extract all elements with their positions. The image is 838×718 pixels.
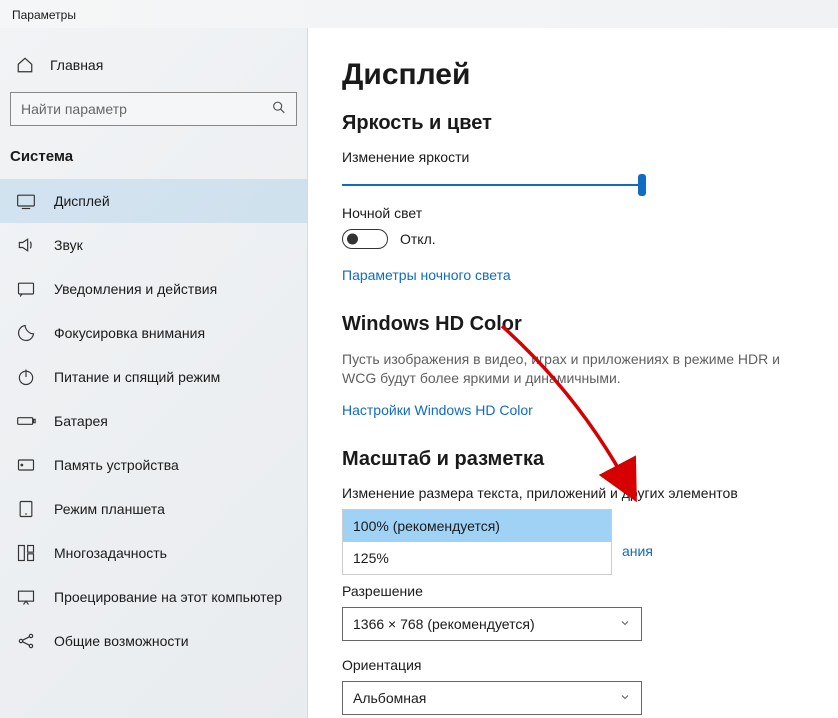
advanced-scaling-link-fragment[interactable]: ания xyxy=(622,543,804,559)
notifications-icon xyxy=(16,279,36,299)
sidebar-item-shared[interactable]: Общие возможности xyxy=(0,619,307,663)
hdcolor-desc: Пусть изображения в видео, играх и прило… xyxy=(342,350,802,388)
section-scale: Масштаб и разметка xyxy=(342,448,804,471)
shared-icon xyxy=(16,631,36,651)
night-light-label: Ночной свет xyxy=(342,205,804,221)
sidebar-item-label: Память устройства xyxy=(54,457,179,473)
sidebar-item-label: Звук xyxy=(54,237,83,253)
sidebar-item-label: Общие возможности xyxy=(54,633,189,649)
sidebar-item-label: Дисплей xyxy=(54,193,110,209)
sidebar-item-label: Многозадачность xyxy=(54,545,167,561)
night-light-toggle[interactable] xyxy=(342,229,388,249)
project-icon xyxy=(16,587,36,607)
sidebar-home[interactable]: Главная xyxy=(0,50,307,92)
sidebar-item-label: Фокусировка внимания xyxy=(54,325,205,341)
home-icon xyxy=(16,56,34,74)
sidebar-item-display[interactable]: Дисплей xyxy=(0,179,307,223)
orientation-dropdown[interactable]: Альбомная xyxy=(342,681,642,715)
orientation-value: Альбомная xyxy=(353,690,426,706)
sound-icon xyxy=(16,235,36,255)
hdcolor-link[interactable]: Настройки Windows HD Color xyxy=(342,402,533,418)
sidebar-home-label: Главная xyxy=(50,57,103,73)
power-icon xyxy=(16,367,36,387)
chevron-down-icon xyxy=(619,616,631,632)
scale-label: Изменение размера текста, приложений и д… xyxy=(342,485,804,501)
night-light-link[interactable]: Параметры ночного света xyxy=(342,267,511,283)
sidebar-item-label: Проецирование на этот компьютер xyxy=(54,589,282,605)
sidebar-item-multitask[interactable]: Многозадачность xyxy=(0,531,307,575)
sidebar-item-sound[interactable]: Звук xyxy=(0,223,307,267)
window-title: Параметры xyxy=(0,0,838,28)
sidebar-item-power[interactable]: Питание и спящий режим xyxy=(0,355,307,399)
resolution-label: Разрешение xyxy=(342,583,804,599)
orientation-label: Ориентация xyxy=(342,657,804,673)
sidebar-item-label: Уведомления и действия xyxy=(54,281,217,297)
scale-dropdown-open[interactable]: 100% (рекомендуется) 125% xyxy=(342,509,612,575)
sidebar-item-label: Батарея xyxy=(54,413,108,429)
chevron-down-icon xyxy=(619,690,631,706)
sidebar-item-storage[interactable]: Память устройства xyxy=(0,443,307,487)
sidebar-nav: Дисплей Звук Уведомления и действия Фоку… xyxy=(0,179,307,663)
sidebar-item-projecting[interactable]: Проецирование на этот компьютер xyxy=(0,575,307,619)
section-hdcolor: Windows HD Color xyxy=(342,313,804,336)
resolution-dropdown[interactable]: 1366 × 768 (рекомендуется) xyxy=(342,607,642,641)
resolution-value: 1366 × 768 (рекомендуется) xyxy=(353,616,535,632)
page-title: Дисплей xyxy=(342,58,804,92)
section-brightness: Яркость и цвет xyxy=(342,112,804,135)
sidebar-section-label: Система xyxy=(0,148,307,179)
content-area: Дисплей Яркость и цвет Изменение яркости… xyxy=(308,28,838,718)
sidebar-item-label: Питание и спящий режим xyxy=(54,369,220,385)
sidebar-item-battery[interactable]: Батарея xyxy=(0,399,307,443)
search-field-wrap xyxy=(10,92,297,126)
battery-icon xyxy=(16,411,36,431)
sidebar-item-notifications[interactable]: Уведомления и действия xyxy=(0,267,307,311)
scale-option-125[interactable]: 125% xyxy=(343,542,611,574)
storage-icon xyxy=(16,455,36,475)
sidebar-item-tablet[interactable]: Режим планшета xyxy=(0,487,307,531)
search-input[interactable] xyxy=(10,92,297,126)
display-icon xyxy=(16,191,36,211)
scale-option-100[interactable]: 100% (рекомендуется) xyxy=(343,510,611,542)
sidebar: Главная Система Дисплей Звук Уведомления… xyxy=(0,28,308,718)
brightness-slider[interactable] xyxy=(342,184,646,186)
night-light-state: Откл. xyxy=(400,231,436,247)
sidebar-item-label: Режим планшета xyxy=(54,501,165,517)
focus-icon xyxy=(16,323,36,343)
multitask-icon xyxy=(16,543,36,563)
tablet-icon xyxy=(16,499,36,519)
sidebar-item-focus[interactable]: Фокусировка внимания xyxy=(0,311,307,355)
brightness-slider-label: Изменение яркости xyxy=(342,149,804,165)
